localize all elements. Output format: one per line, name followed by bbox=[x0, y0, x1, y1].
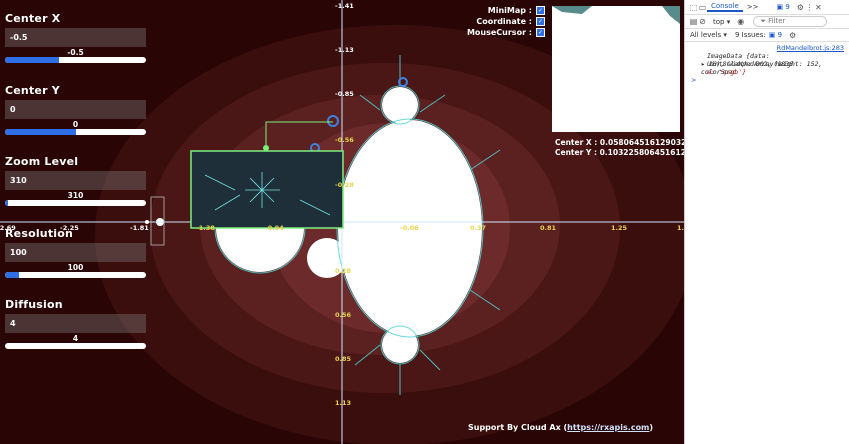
y-tick-label: 0.28 bbox=[335, 267, 352, 275]
inspect-icon[interactable]: ⬚ bbox=[689, 3, 698, 12]
filter-input[interactable]: ⏷ Filter bbox=[753, 16, 828, 27]
close-icon[interactable]: ✕ bbox=[814, 3, 823, 12]
x-tick-label: -0.94 bbox=[265, 224, 284, 232]
devtools-tabbar: ⬚ ▭ Console >> ▣ 9 ⚙ ⋮ ✕ bbox=[685, 0, 849, 15]
devtools-panel: ⬚ ▭ Console >> ▣ 9 ⚙ ⋮ ✕ ▤ ⊘ top ▾ ◉ ⏷ F… bbox=[684, 0, 849, 444]
center-x-readout: Center X : 0.05806451612903229​5 bbox=[555, 138, 684, 147]
center-y-input[interactable]: 0 bbox=[5, 100, 146, 119]
x-tick-label: -1.81 bbox=[130, 224, 149, 232]
checkbox-coordinate[interactable]: ✓ bbox=[536, 17, 545, 26]
center-x-input[interactable]: -0.5 bbox=[5, 28, 146, 47]
x-tick-label: 1.25 bbox=[611, 224, 628, 232]
diffusion-input[interactable]: 4 bbox=[5, 314, 146, 333]
center-y-slider[interactable] bbox=[5, 129, 146, 135]
tab-console[interactable]: Console bbox=[707, 2, 743, 12]
x-tick-label: -1.38 bbox=[196, 224, 215, 232]
center-x-title: Center X bbox=[5, 12, 61, 25]
issues-label[interactable]: 9 Issues: bbox=[735, 31, 766, 39]
resolution-slider[interactable] bbox=[5, 272, 146, 278]
center-y-readout: Center Y : 0.10322580645161293 bbox=[555, 148, 684, 157]
settings-icon[interactable]: ⚙ bbox=[788, 31, 797, 40]
zoom-level-slider[interactable] bbox=[5, 200, 146, 206]
diffusion-title: Diffusion bbox=[5, 298, 63, 311]
zoom-level-input[interactable]: 310 bbox=[5, 171, 146, 190]
x-tick-label: 0.81 bbox=[540, 224, 557, 232]
support-link[interactable]: https://rxapis.com bbox=[567, 423, 649, 432]
center-x-slider-fill bbox=[5, 57, 59, 63]
center-y-value: 0 bbox=[72, 120, 79, 129]
x-tick-label: -2.25 bbox=[60, 224, 79, 232]
y-tick-label: -1.13 bbox=[335, 46, 354, 54]
y-tick-label: -1.41 bbox=[335, 2, 354, 10]
support-footer: Support By Cloud Ax (https://rxapis.com) bbox=[468, 423, 654, 432]
source-link[interactable]: RdMandelbrot.js:283 bbox=[685, 44, 849, 52]
x-tick-label: 0.37 bbox=[470, 224, 487, 232]
checkbox-minimap[interactable]: ✓ bbox=[536, 6, 545, 15]
center-x-value: -0.5 bbox=[67, 48, 84, 57]
x-tick-label: -2.69 bbox=[0, 224, 16, 232]
levels-select[interactable]: All levels ▾ bbox=[690, 31, 727, 39]
support-text: Support By Cloud Ax ( bbox=[468, 423, 568, 432]
levels-bar: All levels ▾ 9 Issues: ▣ 9 ⚙ bbox=[685, 29, 849, 42]
zoom-level-slider-fill bbox=[5, 200, 8, 206]
log-line-3: e: 'srgb'} bbox=[707, 68, 747, 76]
kebab-menu-icon[interactable]: ⋮ bbox=[805, 3, 814, 12]
y-tick-label: 1.13 bbox=[335, 399, 352, 407]
toggle-coordinate[interactable]: Coordinate : ✓ bbox=[476, 17, 545, 26]
console-prompt[interactable]: > bbox=[691, 76, 711, 84]
y-tick-label: -0.56 bbox=[335, 136, 354, 144]
toggle-mousecursor[interactable]: MouseCursor : ✓ bbox=[467, 28, 545, 37]
resolution-value: 100 bbox=[67, 263, 84, 272]
y-tick-label: 0.56 bbox=[335, 311, 352, 319]
resolution-input[interactable]: 100 bbox=[5, 243, 146, 262]
resolution-slider-fill bbox=[5, 272, 20, 278]
zoom-level-value: 310 bbox=[67, 191, 84, 200]
eye-icon[interactable]: ◉ bbox=[736, 17, 745, 26]
center-y-slider-fill bbox=[5, 129, 76, 135]
context-select[interactable]: top ▾ bbox=[713, 18, 730, 26]
zoom-level-title: Zoom Level bbox=[5, 155, 79, 168]
issues-badge[interactable]: ▣ 9 bbox=[769, 31, 782, 39]
clear-console-icon[interactable]: ⊘ bbox=[698, 17, 707, 26]
minimap[interactable] bbox=[552, 6, 680, 132]
device-toolbar-icon[interactable]: ▭ bbox=[698, 3, 707, 12]
x-tick-label: 1.69 bbox=[677, 224, 684, 232]
checkbox-mousecursor[interactable]: ✓ bbox=[536, 28, 545, 37]
sidebar-icon[interactable]: ▤ bbox=[689, 17, 698, 26]
center-y-title: Center Y bbox=[5, 84, 60, 97]
diffusion-slider[interactable] bbox=[5, 343, 146, 349]
gear-icon[interactable]: ⚙ bbox=[796, 3, 805, 12]
y-tick-label: -0.28 bbox=[335, 181, 354, 189]
more-tabs-button[interactable]: >> bbox=[743, 3, 763, 11]
x-tick-label: -0.06 bbox=[400, 224, 419, 232]
y-tick-label: -0.85 bbox=[335, 90, 354, 98]
diffusion-value: 4 bbox=[72, 334, 79, 343]
mandelbrot-app: Center X -0.5 -0.5 Center Y 0 0 Zoom Lev… bbox=[0, 0, 684, 444]
issues-counter[interactable]: ▣ 9 bbox=[777, 3, 790, 11]
console-toolbar: ▤ ⊘ top ▾ ◉ ⏷ Filter bbox=[685, 15, 849, 29]
center-x-slider[interactable] bbox=[5, 57, 146, 63]
toggle-minimap[interactable]: MiniMap : ✓ bbox=[488, 6, 545, 15]
y-tick-label: 0.85 bbox=[335, 355, 352, 363]
